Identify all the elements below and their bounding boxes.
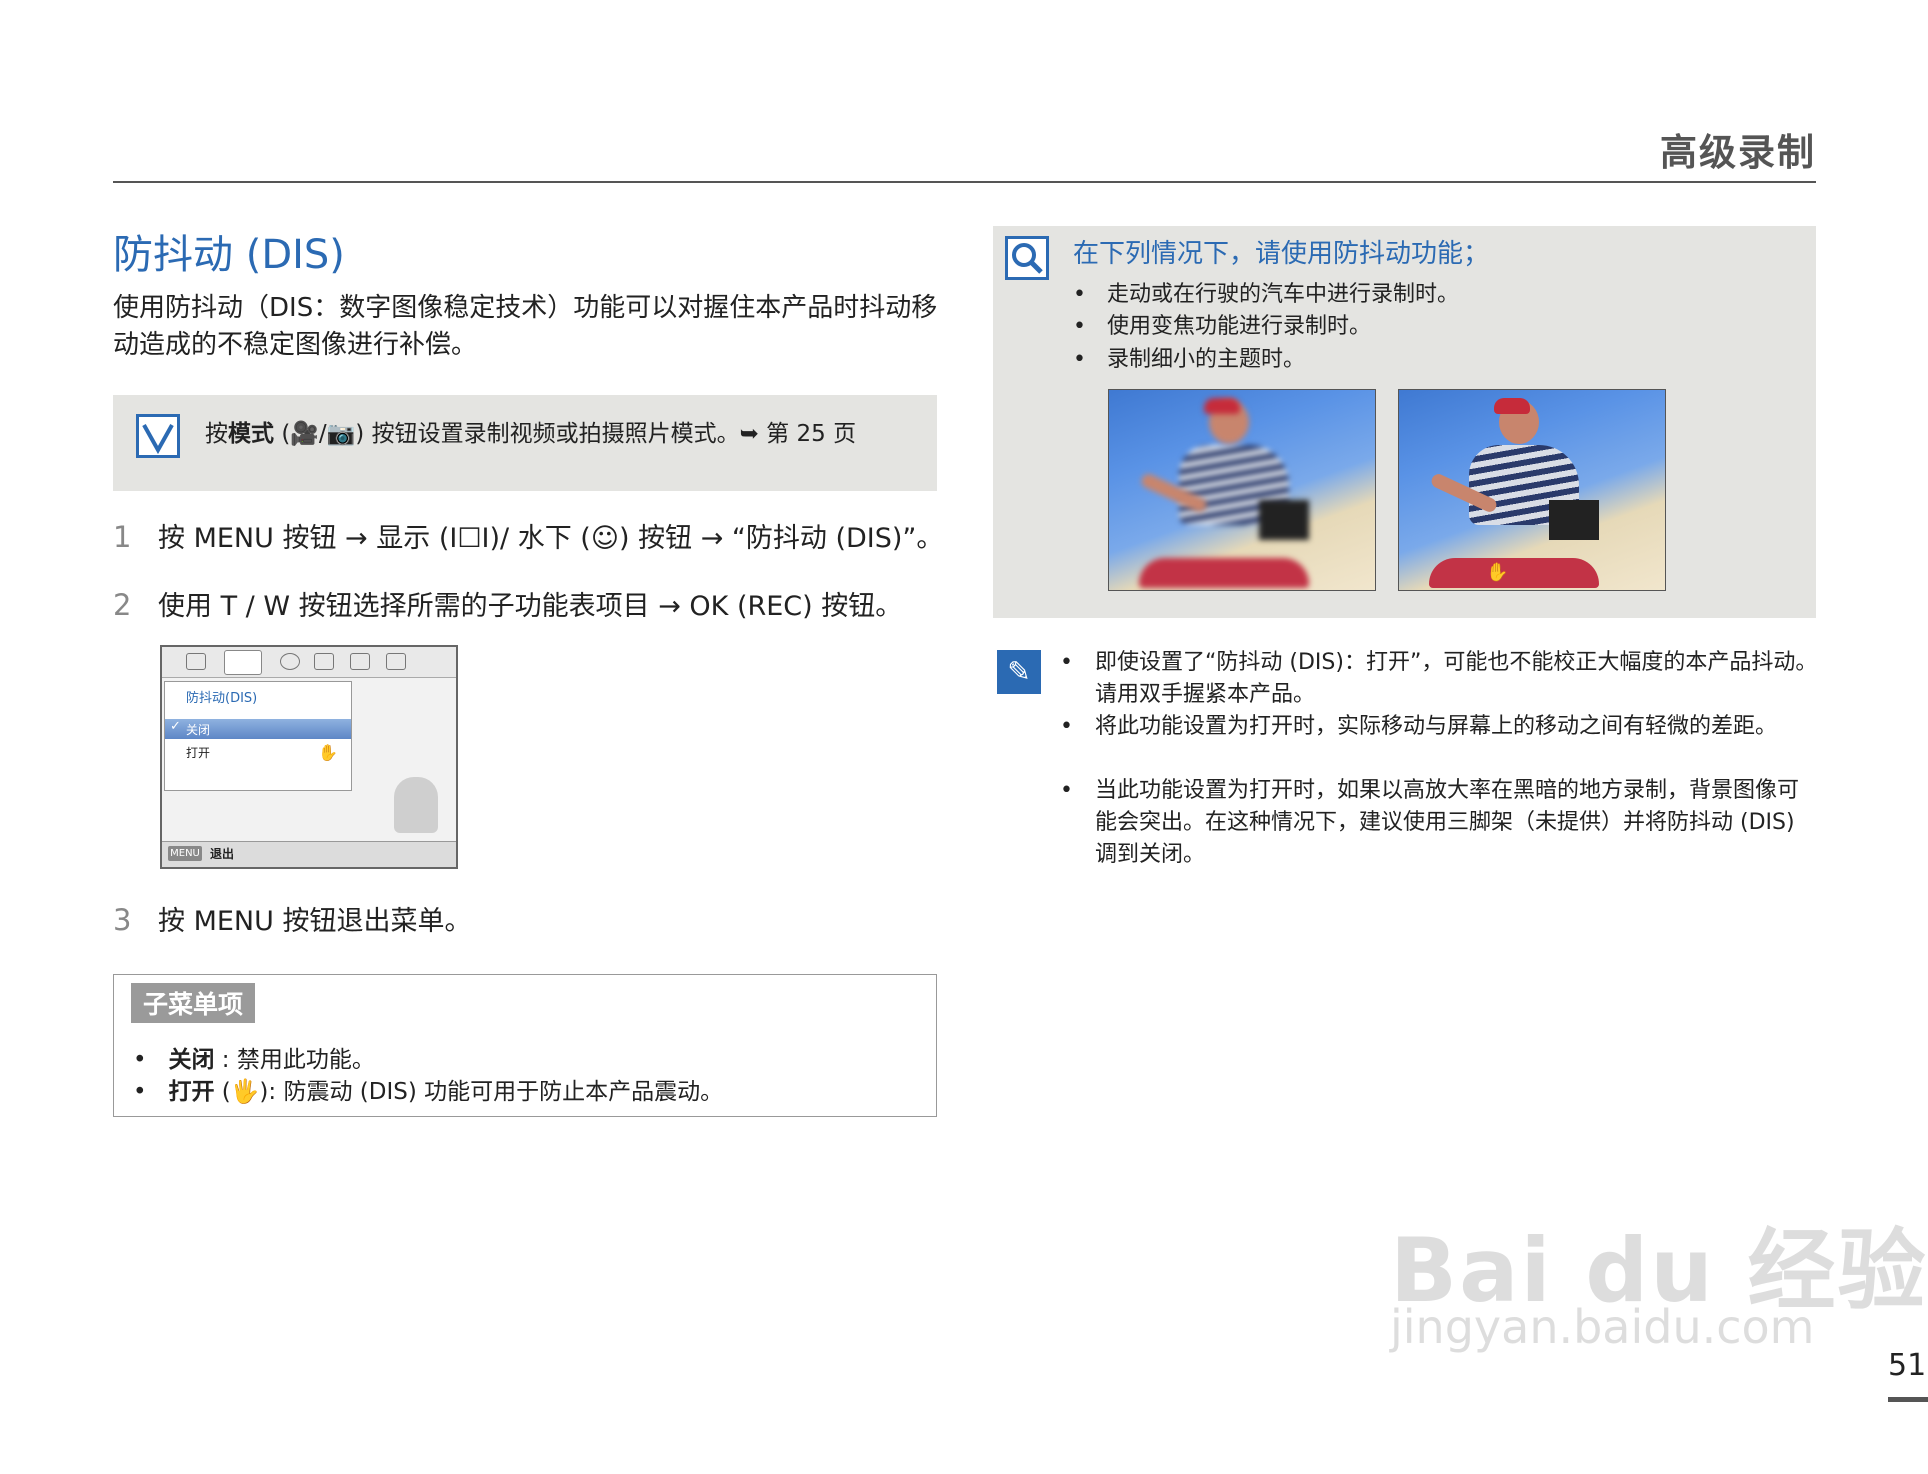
- check-icon: ✓: [170, 719, 181, 734]
- watermark-url: jingyan.baidu.com: [1390, 1300, 1815, 1354]
- checkmark-icon: [136, 414, 180, 458]
- step-3: 3 按 MENU 按钮退出菜单。: [113, 899, 471, 938]
- hand-stabilizer-icon: ✋: [318, 743, 338, 762]
- submenu-item: • 关闭 : 禁用此功能。: [133, 1047, 375, 1073]
- usage-heading: 在下列情况下，请使用防抖动功能；: [1073, 239, 1490, 269]
- step-text: 使用 T / W 按钮选择所需的子功能表项目 → OK (REC) 按钮。: [158, 591, 903, 622]
- lcd-menu-key: MENU: [168, 846, 202, 861]
- scene-tab-icon: [386, 653, 406, 670]
- lcd-option-on: 打开: [186, 746, 211, 760]
- photo-stabilized-example: ✋: [1398, 389, 1666, 591]
- tip-bold: 模式: [228, 421, 274, 447]
- image-tab-icon: [350, 653, 370, 670]
- step-2: 2 使用 T / W 按钮选择所需的子功能表项目 → OK (REC) 按钮。: [113, 584, 902, 623]
- usage-bullet: • 录制细小的主题时。: [1073, 347, 1305, 372]
- submenu-item-desc: (🖐): 防震动 (DIS) 功能可用于防止本产品震动。: [214, 1079, 724, 1105]
- page-number: 51: [1888, 1348, 1927, 1383]
- submenu-title: 子菜单项: [131, 983, 256, 1023]
- intro-text: 使用防抖动（DIS：数字图像稳定技术）功能可以对握住本产品时抖动移动造成的不稳定…: [113, 293, 938, 360]
- note-item: • 当此功能设置为打开时，如果以高放大率在黑暗的地方录制，背景图像可能会突出。在这…: [1060, 778, 1800, 867]
- step-text: 按 MENU 按钮退出菜单。: [158, 906, 472, 937]
- step-1: 1 按 MENU 按钮 → 显示 (I☐I)/ 水下 (☺) 按钮 → “防抖动 …: [113, 516, 943, 555]
- step-text: 按 MENU 按钮 → 显示 (I☐I)/ 水下 (☺) 按钮 → “防抖动 (…: [158, 523, 944, 554]
- tip-text: 按模式 (🎥/📷) 按钮设置录制视频或拍摄照片模式。➥ 第 25 页: [205, 414, 856, 448]
- background-figure: [394, 777, 438, 833]
- gear-tab-icon: [280, 653, 300, 670]
- page-title: 防抖动 (DIS): [113, 232, 345, 278]
- section-title: 高级录制: [1660, 131, 1816, 174]
- usage-bullet: • 使用变焦功能进行录制时。: [1073, 314, 1371, 339]
- camera-tab-icon: [186, 653, 206, 670]
- magnifier-icon: [1005, 236, 1049, 280]
- tip-suffix: (🎥/📷) 按钮设置录制视频或拍摄照片模式。➥ 第 25 页: [281, 421, 857, 447]
- submenu-item-label: 打开: [168, 1079, 215, 1105]
- step-number: 1: [113, 520, 132, 554]
- pen-note-icon: ✎: [997, 650, 1041, 694]
- stabilizer-tab-icon: [224, 650, 262, 675]
- note-item: • 将此功能设置为打开时，实际移动与屏幕上的移动之间有轻微的差距。: [1060, 714, 1778, 739]
- step-number: 2: [113, 588, 132, 622]
- header-rule: [113, 181, 1816, 183]
- submenu-item: • 打开 (🖐): 防震动 (DIS) 功能可用于防止本产品震动。: [133, 1079, 724, 1105]
- lcd-menu-header: 防抖动(DIS): [186, 691, 258, 706]
- submenu-item-desc: : 禁用此功能。: [214, 1047, 375, 1073]
- note-item: • 即使设置了“防抖动 (DIS)：打开”，可能也不能校正大幅度的本产品抖动。请用…: [1060, 650, 1818, 707]
- page-number-rule: [1888, 1397, 1928, 1402]
- lcd-exit-label: 退出: [210, 847, 235, 861]
- usage-bullet: • 走动或在行驶的汽车中进行录制时。: [1073, 282, 1459, 307]
- tip-prefix: 按: [205, 421, 228, 447]
- hand-stabilizer-icon: ✋: [1486, 562, 1509, 583]
- settings-tab-icon: [314, 653, 334, 670]
- lcd-menu-screen: 防抖动(DIS) ✓ 关闭 打开 ✋ MENU 退出: [160, 645, 458, 869]
- lcd-footer: [162, 841, 456, 867]
- lcd-option-off: 关闭: [186, 723, 211, 737]
- submenu-item-label: 关闭: [168, 1047, 215, 1073]
- lcd-tab-bar: [162, 647, 456, 678]
- step-number: 3: [113, 903, 132, 937]
- photo-blurred-example: [1108, 389, 1376, 591]
